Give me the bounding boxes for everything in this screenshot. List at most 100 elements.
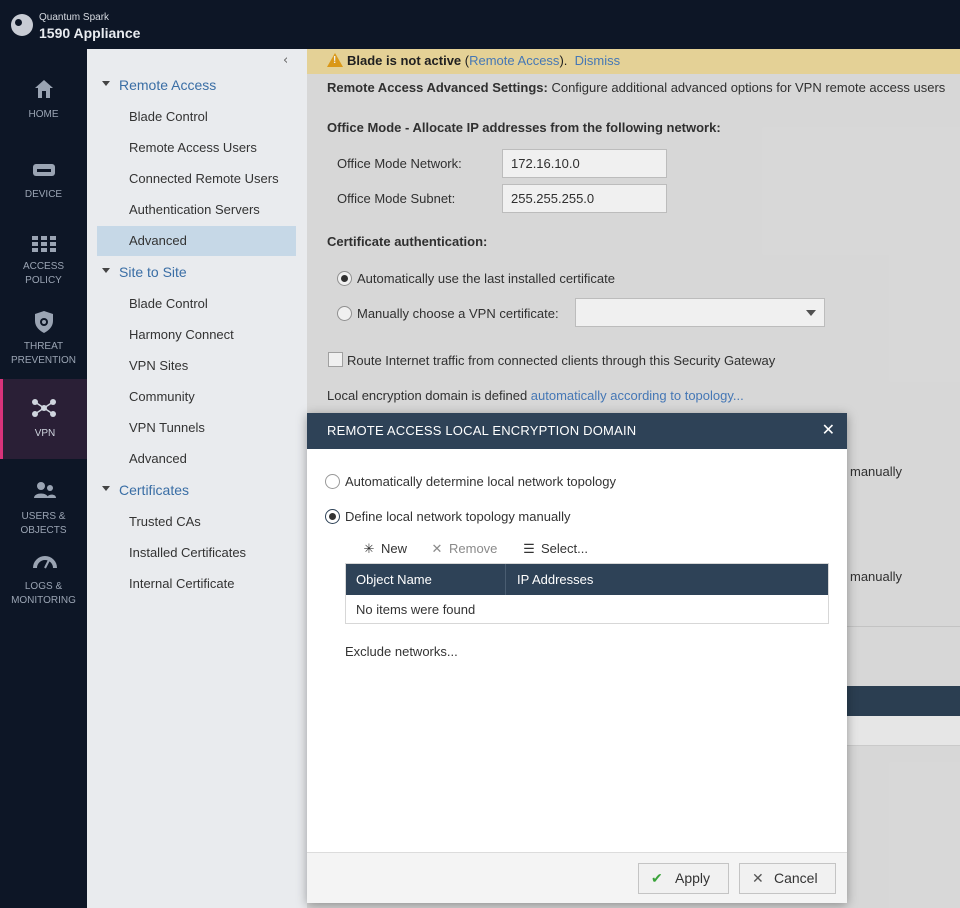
sidebar-item-ra-advanced[interactable]: Advanced [97,226,296,256]
users-icon [34,482,56,498]
select-objects-icon: ☰ [523,541,535,556]
sidebar-item-harmony-connect[interactable]: Harmony Connect [97,320,296,350]
route-internet-label: Route Internet traffic from connected cl… [347,353,776,368]
warning-icon [327,53,343,67]
auto-topology-label: Automatically determine local network to… [345,474,616,489]
rail-item-device[interactable]: DEVICE [0,129,87,209]
column-object-name[interactable]: Object Name [356,572,432,587]
bg-table-header [847,686,960,716]
new-label: New [381,541,408,556]
brand-line-1: Quantum Spark [39,12,110,23]
banner-text: Blade is not active [347,53,462,68]
apply-button[interactable]: ✔ Apply [638,863,729,894]
sidebar-item-trusted-cas[interactable]: Trusted CAs [97,507,296,537]
access-policy-icon [32,236,56,252]
cert-auto-radio[interactable] [337,271,352,286]
home-icon [35,80,53,98]
vpn-certificate-select[interactable] [575,298,825,327]
rail-item-home[interactable]: HOME [0,49,87,129]
chevron-left-icon[interactable]: ‹ [283,53,288,68]
rail-label-home: HOME [28,109,59,120]
rail-label-users: USERS & [21,511,66,522]
cert-manual-radio[interactable] [337,306,352,321]
logo-icon [11,14,33,36]
select-button[interactable]: ☰ Select... [521,541,588,559]
close-icon[interactable]: ✕ [822,420,835,439]
gauge-icon [33,556,57,569]
bg-divider [847,626,960,627]
select-label: Select... [541,541,588,556]
banner-remote-access-link[interactable]: Remote Access [469,53,559,68]
new-icon: ✳ [363,541,375,556]
check-icon: ✔ [651,870,663,886]
banner-paren: ( [461,53,470,68]
dismiss-link[interactable]: Dismiss [575,53,621,68]
section-title: Certificates [119,482,190,498]
manual-topology-label: Define local network topology manually [345,509,571,524]
device-icon [33,164,55,176]
caret-down-icon [102,486,110,491]
route-internet-checkbox[interactable] [328,352,343,367]
brand-line-2: 1590 Appliance [39,25,141,41]
vpn-icon [32,399,56,417]
sidebar-section-remote-access[interactable]: Remote Access [87,74,307,98]
sidebar-item-s2s-blade-control[interactable]: Blade Control [97,289,296,319]
main-nav-rail: HOME DEVICE ACCESS POLICY THREAT PREVENT… [0,49,87,908]
office-mode-subnet-label: Office Mode Subnet: [337,191,456,206]
column-separator [505,564,506,595]
sidebar-item-internal-certificate[interactable]: Internal Certificate [97,569,296,599]
rail-label-monitoring: MONITORING [11,595,76,606]
sidebar-item-vpn-tunnels[interactable]: VPN Tunnels [97,413,296,443]
remove-label: Remove [449,541,498,556]
table-empty-message: No items were found [356,602,476,617]
caret-down-icon [102,268,110,273]
cert-manual-label: Manually choose a VPN certificate: [357,306,559,321]
shield-icon [35,311,53,333]
cancel-label: Cancel [774,870,818,886]
sidebar-item-authentication-servers[interactable]: Authentication Servers [97,195,296,225]
close-icon: ✕ [752,870,764,886]
office-mode-network-input[interactable]: 172.16.10.0 [502,149,667,178]
sidebar-item-community[interactable]: Community [97,382,296,412]
office-mode-subnet-input[interactable]: 255.255.255.0 [502,184,667,213]
remove-button[interactable]: ✕ Remove [429,541,498,559]
new-button[interactable]: ✳ New [361,541,407,559]
rail-item-logs-monitoring[interactable]: LOGS & MONITORING [0,539,87,619]
enc-domain-text: Local encryption domain is defined [327,388,531,403]
sidebar-section-certificates[interactable]: Certificates [87,479,307,503]
rail-label-logs: LOGS & [24,581,63,592]
sidebar-item-installed-certificates[interactable]: Installed Certificates [97,538,296,568]
sidebar-item-ra-blade-control[interactable]: Blade Control [97,102,296,132]
cancel-button[interactable]: ✕ Cancel [739,863,836,894]
sidebar-item-remote-access-users[interactable]: Remote Access Users [97,133,296,163]
rail-item-threat-prevention[interactable]: THREAT PREVENTION [0,289,87,369]
warning-banner: Blade is not active (Remote Access). Dis… [307,49,960,74]
remove-icon: ✕ [431,541,443,556]
sidebar-item-s2s-advanced[interactable]: Advanced [97,444,296,474]
chevron-down-icon [806,310,816,316]
exclude-networks-link[interactable]: Exclude networks... [345,644,458,659]
intro-text: Configure additional advanced options fo… [547,80,946,95]
manual-topology-radio[interactable] [325,509,340,524]
banner-close-paren: ). [559,53,568,68]
sidebar-item-vpn-sites[interactable]: VPN Sites [97,351,296,381]
page-intro: Remote Access Advanced Settings: Configu… [327,80,945,95]
bg-table-row [847,716,960,746]
enc-domain-link[interactable]: automatically according to topology... [531,388,744,403]
column-ip-addresses[interactable]: IP Addresses [517,572,593,587]
rail-item-users-objects[interactable]: USERS & OBJECTS [0,459,87,539]
rail-label-objects: OBJECTS [20,525,67,536]
auto-topology-radio[interactable] [325,474,340,489]
rail-label-threat: THREAT [23,341,64,352]
apply-label: Apply [675,870,711,886]
rail-label-prevention: PREVENTION [10,355,76,366]
rail-item-vpn[interactable]: VPN [0,379,87,459]
rail-item-access-policy[interactable]: ACCESS POLICY [0,209,87,289]
section-title: Site to Site [119,264,187,280]
objects-table: Object Name IP Addresses No items were f… [345,563,829,624]
rail-label-vpn: VPN [34,428,56,439]
sidebar-item-connected-remote-users[interactable]: Connected Remote Users [97,164,296,194]
sidebar-section-site-to-site[interactable]: Site to Site [87,261,307,285]
bg-manually-link-1[interactable]: manually [850,464,902,479]
bg-manually-link-2[interactable]: manually [850,569,902,584]
